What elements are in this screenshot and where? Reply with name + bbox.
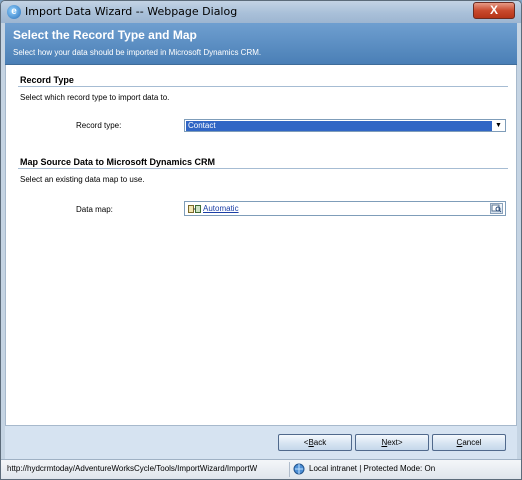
page-title: Select the Record Type and Map	[13, 28, 197, 42]
window-title: Import Data Wizard -- Webpage Dialog	[25, 5, 238, 18]
record-type-label: Record type:	[76, 121, 122, 130]
chevron-down-icon[interactable]: ▼	[493, 121, 504, 131]
wizard-header: Select the Record Type and Map Select ho…	[5, 23, 517, 65]
record-type-selected-value: Contact	[186, 121, 492, 131]
close-button[interactable]: X	[473, 2, 515, 19]
security-zone-text: Local intranet | Protected Mode: On	[309, 464, 436, 473]
local-intranet-icon	[293, 463, 305, 475]
lookup-icon	[491, 204, 502, 213]
back-button-label: ack	[313, 438, 327, 447]
data-map-icon	[188, 205, 201, 213]
status-bar: http://hydcrmtoday/AdventureWorksCycle/T…	[1, 459, 521, 479]
next-button-label: ext>	[387, 438, 403, 447]
back-button[interactable]: <Back	[278, 434, 352, 451]
record-type-select[interactable]: Contact ▼	[184, 119, 506, 132]
wizard-content: Record Type Select which record type to …	[5, 65, 517, 425]
record-type-description: Select which record type to import data …	[20, 93, 170, 102]
next-button[interactable]: Next>	[355, 434, 429, 451]
status-url: http://hydcrmtoday/AdventureWorksCycle/T…	[7, 464, 258, 473]
title-bar[interactable]: e Import Data Wizard -- Webpage Dialog X	[1, 1, 521, 23]
dialog-window: e Import Data Wizard -- Webpage Dialog X…	[0, 0, 522, 480]
data-map-link[interactable]: Automatic	[203, 204, 239, 213]
ie-page-icon: e	[7, 5, 21, 19]
section-divider	[18, 168, 508, 169]
data-map-heading: Map Source Data to Microsoft Dynamics CR…	[20, 157, 216, 167]
cancel-button-label: ancel	[462, 438, 482, 447]
data-map-description: Select an existing data map to use.	[20, 175, 145, 184]
section-divider	[18, 86, 508, 87]
status-divider	[289, 462, 290, 477]
lookup-button[interactable]	[490, 203, 503, 214]
data-map-label: Data map:	[76, 205, 113, 214]
record-type-heading: Record Type	[20, 75, 74, 85]
wizard-footer: <Back Next> Cancel	[5, 425, 517, 459]
page-subtitle: Select how your data should be imported …	[13, 48, 262, 57]
cancel-button[interactable]: Cancel	[432, 434, 506, 451]
data-map-lookup-field[interactable]: Automatic	[184, 201, 506, 216]
